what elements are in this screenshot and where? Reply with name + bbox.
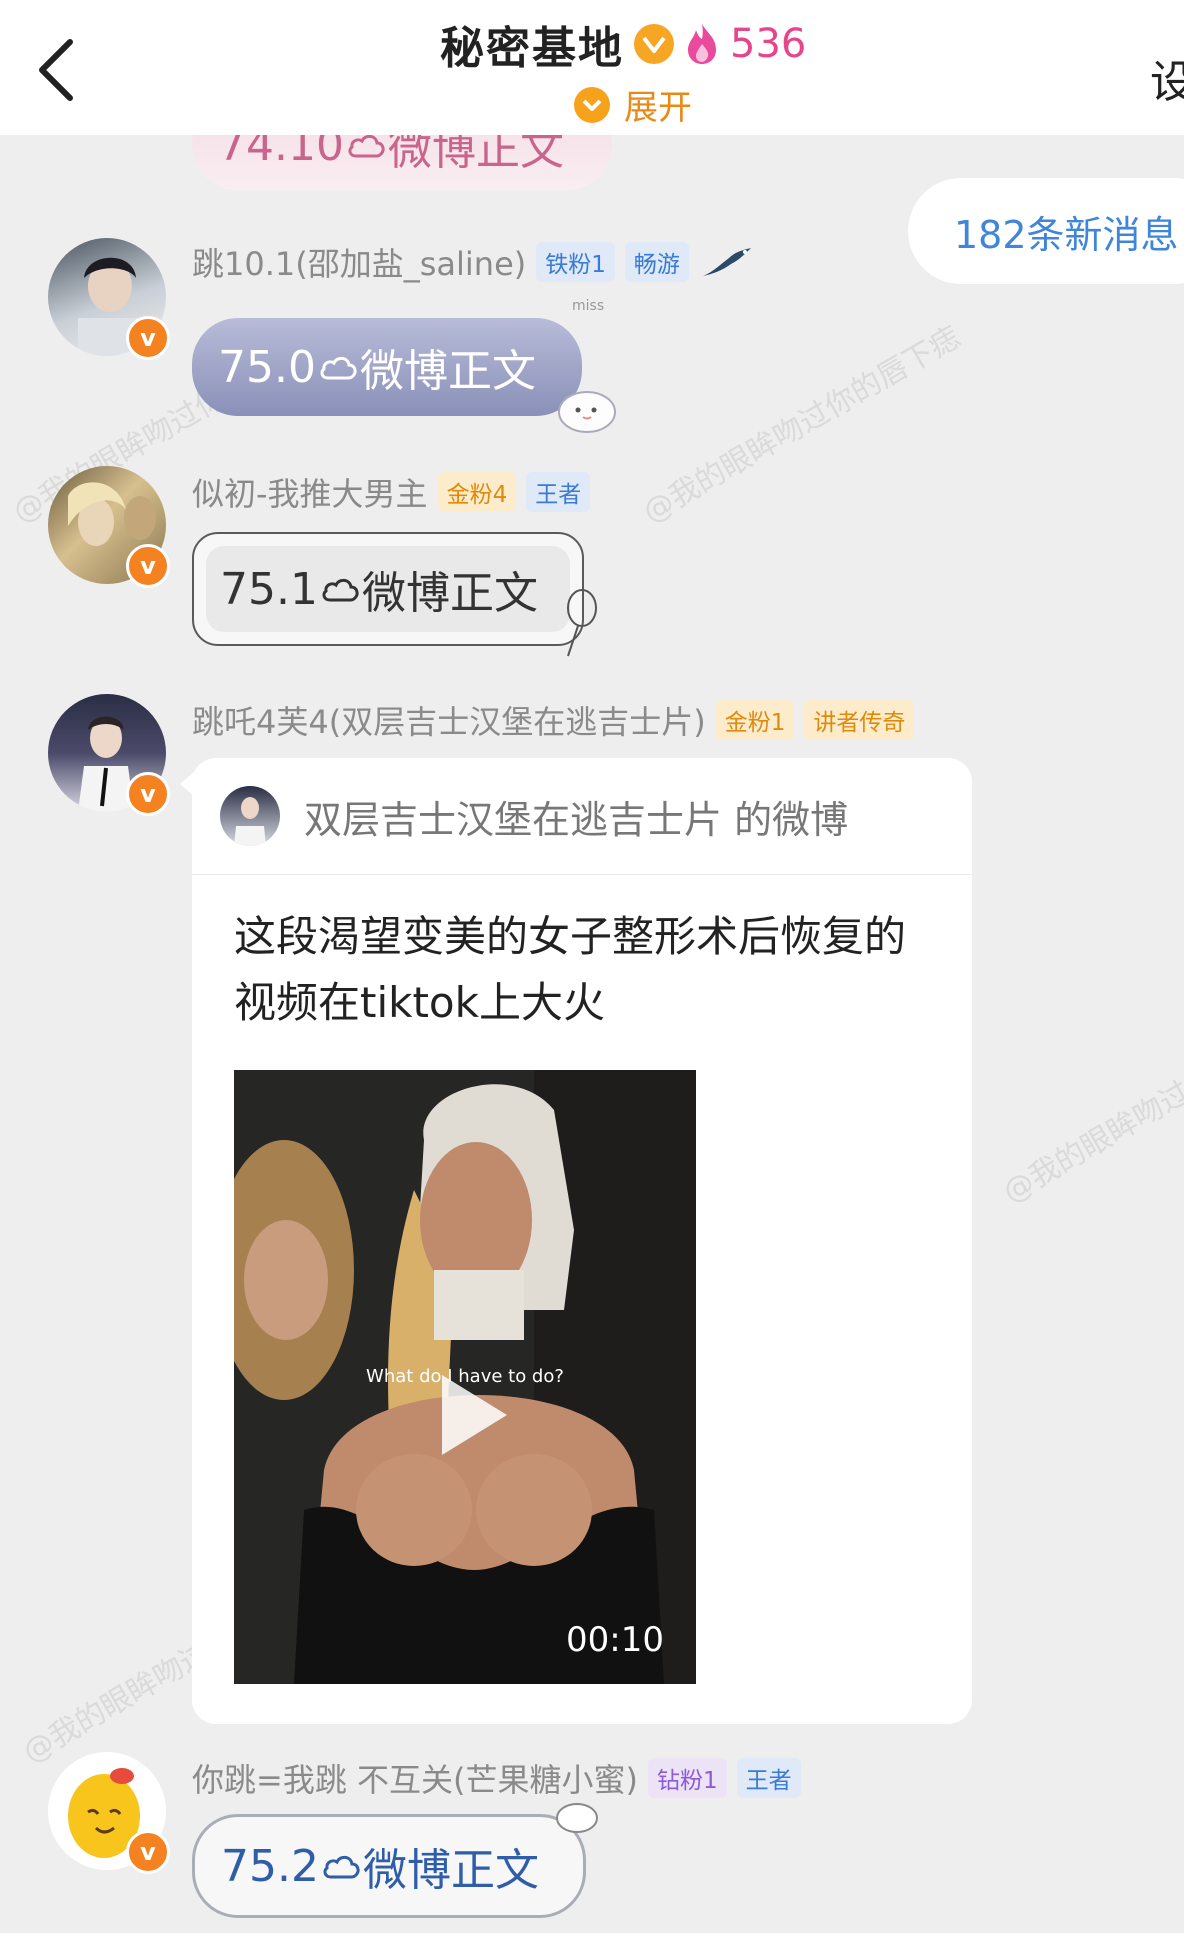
back-button[interactable] xyxy=(30,30,90,110)
video-duration: 00:10 xyxy=(566,1620,664,1660)
sender-row: 跳吒4芙4(双层吉士汉堡在逃吉士片) 金粉1 讲者传奇 xyxy=(192,697,915,743)
bubble-number: 75.1 xyxy=(220,563,318,615)
card-source: 双层吉士汉堡在逃吉士片 的微博 xyxy=(304,797,849,842)
expand-button[interactable]: 展开 xyxy=(574,80,692,129)
fan-badge: 钻粉1 xyxy=(647,1758,727,1798)
fire-icon xyxy=(688,24,716,64)
bubble-decoration-text: miss xyxy=(572,298,605,314)
cloud-icon xyxy=(322,578,359,602)
bird-icon xyxy=(702,248,751,276)
rank-badge: 讲者传奇 xyxy=(804,700,915,740)
fan-badge: 铁粉1 xyxy=(536,242,615,282)
rank-badge: 王者 xyxy=(526,472,591,512)
cloud-icon xyxy=(323,1855,360,1879)
chevron-down-icon xyxy=(574,86,610,123)
watermark: @我的眼眸吻过你的唇下痣 xyxy=(997,999,1184,1211)
sender-name[interactable]: 你跳=我跳 不互关(芒果糖小蜜) xyxy=(192,1755,638,1801)
fans-count: 536 xyxy=(730,21,807,67)
sender-name[interactable]: 跳吒4芙4(双层吉士汉堡在逃吉士片) xyxy=(192,697,706,743)
card-text: 这段渴望变美的女子整形术后恢复的视频在tiktok上大火 xyxy=(234,912,907,1027)
group-title: 秘密基地 xyxy=(440,23,624,74)
card-header[interactable]: 双层吉士汉堡在逃吉士片 的微博 xyxy=(192,758,972,875)
verified-badge-icon xyxy=(634,24,674,64)
mirror-decoration-icon xyxy=(567,589,597,657)
new-messages-button[interactable]: 182条新消息 xyxy=(908,178,1184,284)
expand-label: 展开 xyxy=(624,88,692,128)
video-thumbnail[interactable]: What do I have to do? 00:10 xyxy=(234,1070,696,1684)
chat-header: 秘密基地 536 展开 设 xyxy=(0,0,1184,135)
settings-button[interactable]: 设 xyxy=(1150,46,1184,110)
verified-v-icon: v xyxy=(126,544,170,588)
cloud-icon xyxy=(320,356,357,380)
verified-v-icon: v xyxy=(126,772,170,816)
sender-row: 跳10.1(邵加盐_saline) 铁粉1 畅游 xyxy=(192,240,755,284)
sender-name[interactable]: 似初-我推大男主 xyxy=(192,469,428,515)
sticker-decoration-icon xyxy=(556,1803,598,1833)
sender-name[interactable]: 跳10.1(邵加盐_saline) xyxy=(192,239,526,285)
bubble-number: 75.2 xyxy=(221,1840,319,1892)
message-bubble-weibo[interactable]: 75.1 微博正文 xyxy=(192,532,584,646)
bubble-label: 微博正文 xyxy=(359,346,536,397)
sender-row: 似初-我推大男主 金粉4 王者 xyxy=(192,469,591,515)
message-bubble-weibo[interactable]: 75.2 微博正文 xyxy=(192,1814,586,1918)
shared-weibo-card[interactable]: 双层吉士汉堡在逃吉士片 的微博 这段渴望变美的女子整形术后恢复的视频在tikto… xyxy=(192,758,972,1724)
fan-badge: 金粉1 xyxy=(715,700,795,740)
title-group[interactable]: 秘密基地 536 xyxy=(440,14,806,74)
bubble-label: 微博正文 xyxy=(361,568,538,619)
chevron-left-icon xyxy=(39,39,73,101)
play-icon[interactable] xyxy=(432,1370,512,1460)
new-messages-label: 182条新消息 xyxy=(954,212,1179,257)
verified-v-icon: v xyxy=(126,316,170,360)
fan-badge: 金粉4 xyxy=(437,472,517,512)
sender-row: 你跳=我跳 不互关(芒果糖小蜜) 钻粉1 王者 xyxy=(192,1756,801,1800)
rank-badge: 王者 xyxy=(736,1758,801,1798)
message-bubble-weibo[interactable]: 75.0 微博正文 xyxy=(192,318,582,416)
rank-badge: 畅游 xyxy=(624,242,689,282)
bubble-label: 微博正文 xyxy=(362,1845,539,1896)
bubble-number: 75.0 xyxy=(218,341,316,393)
sticker-decoration-icon xyxy=(558,391,616,433)
watermark: @我的眼眸吻过你的唇下痣 xyxy=(637,319,967,531)
verified-v-icon: v xyxy=(126,1830,170,1874)
card-avatar xyxy=(220,786,280,846)
